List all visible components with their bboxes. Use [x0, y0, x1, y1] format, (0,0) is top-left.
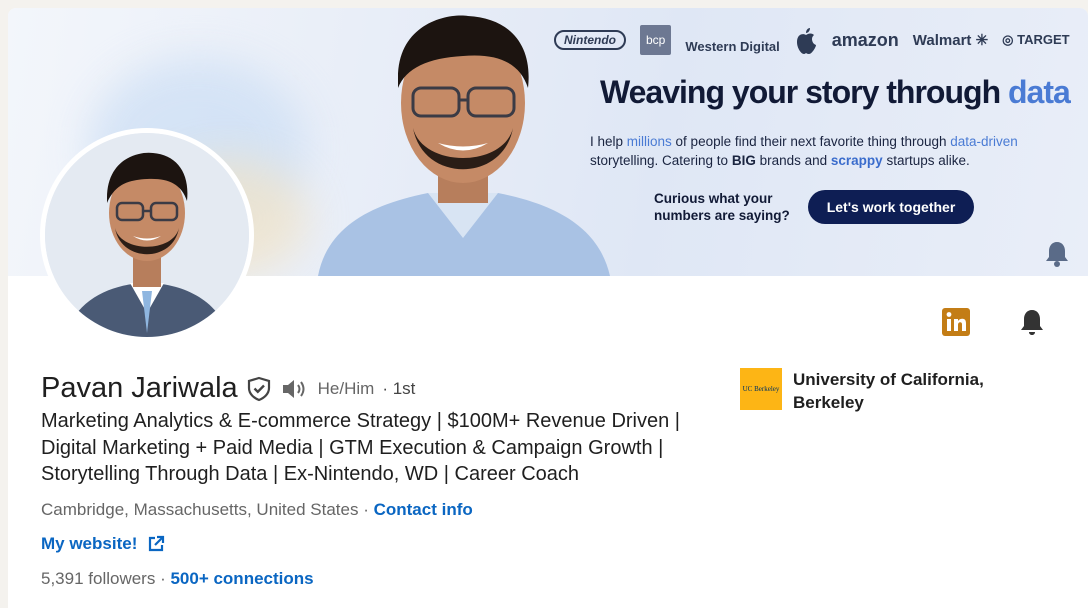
berkeley-logo: UC Berkeley: [740, 368, 782, 410]
external-link-icon: [149, 535, 165, 552]
banner-bell-icon: [1046, 242, 1068, 267]
pronouns: He/Him: [317, 378, 375, 398]
client-logos: Nintendo bcp Western Digital amazon Walm…: [554, 20, 1070, 60]
banner-curious-text: Curious what your numbers are saying?: [654, 191, 790, 223]
bcp-logo: bcp: [640, 25, 672, 55]
banner-headline: Weaving your story through data: [600, 74, 1071, 110]
verified-shield-icon[interactable]: [246, 376, 272, 402]
connection-degree: · 1st: [382, 378, 416, 398]
profile-name: Pavan Jariwala: [41, 372, 238, 404]
amazon-logo: amazon: [831, 29, 899, 50]
followers-count: 5,391 followers: [41, 569, 156, 588]
separator: ·: [358, 500, 374, 519]
profile-headline: Marketing Analytics & E-commerce Strateg…: [41, 410, 680, 485]
banner-cta-button: Let's work together: [808, 190, 974, 224]
linkedin-icon[interactable]: [940, 306, 972, 338]
education-name: University of California, Berkeley: [793, 370, 984, 412]
banner-description: I help millions of people find their nex…: [590, 134, 1018, 168]
name-pronunciation-speaker-icon[interactable]: [280, 376, 310, 402]
location-row: Cambridge, Massachusetts, United States …: [41, 500, 473, 520]
nintendo-logo: Nintendo: [554, 30, 626, 50]
website-label: My website!: [41, 534, 138, 553]
website-link[interactable]: My website!: [41, 534, 165, 554]
separator: ·: [155, 569, 171, 588]
bell-icon[interactable]: [1016, 306, 1048, 338]
avatar-photo: [45, 133, 249, 337]
profile-stats: 5,391 followers · 500+ connections: [41, 569, 314, 589]
education-item[interactable]: UC Berkeley University of California, Be…: [740, 368, 1013, 414]
profile-avatar[interactable]: [40, 128, 254, 342]
apple-logo-icon: [796, 28, 816, 54]
western-digital-logo: Western Digital: [685, 38, 780, 54]
walmart-logo: Walmart ✳: [912, 32, 989, 49]
target-logo: ◎ TARGET: [1002, 32, 1070, 47]
profile-card: Nintendo bcp Western Digital amazon Walm…: [8, 8, 1088, 608]
profile-name-row: Pavan Jariwala He/Him · 1st: [41, 372, 415, 405]
contact-info-link[interactable]: Contact info: [374, 500, 473, 519]
connections-link[interactable]: 500+ connections: [170, 569, 313, 588]
location: Cambridge, Massachusetts, United States: [41, 500, 359, 519]
